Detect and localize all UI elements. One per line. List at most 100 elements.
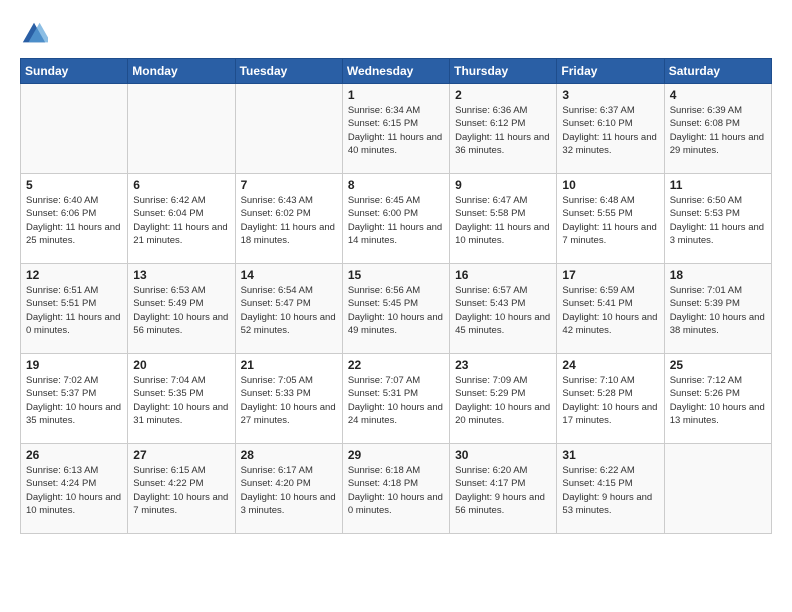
day-info: Sunrise: 6:47 AM Sunset: 5:58 PM Dayligh… bbox=[455, 194, 551, 247]
weekday-header: Tuesday bbox=[235, 59, 342, 84]
day-number: 8 bbox=[348, 178, 444, 192]
calendar-cell: 8 Sunrise: 6:45 AM Sunset: 6:00 PM Daylig… bbox=[342, 174, 449, 264]
day-info: Sunrise: 6:15 AM Sunset: 4:22 PM Dayligh… bbox=[133, 464, 229, 517]
day-number: 28 bbox=[241, 448, 337, 462]
day-number: 13 bbox=[133, 268, 229, 282]
calendar-cell: 11 Sunrise: 6:50 AM Sunset: 5:53 PM Dayli… bbox=[664, 174, 771, 264]
day-number: 17 bbox=[562, 268, 658, 282]
day-number: 18 bbox=[670, 268, 766, 282]
calendar-cell: 26Sunrise: 6:13 AM Sunset: 4:24 PM Dayli… bbox=[21, 444, 128, 534]
day-info: Sunrise: 6:36 AM Sunset: 6:12 PM Dayligh… bbox=[455, 104, 551, 157]
logo bbox=[20, 20, 52, 48]
day-number: 29 bbox=[348, 448, 444, 462]
calendar-week-row: 26Sunrise: 6:13 AM Sunset: 4:24 PM Dayli… bbox=[21, 444, 772, 534]
calendar-table: SundayMondayTuesdayWednesdayThursdayFrid… bbox=[20, 58, 772, 534]
calendar-cell: 3 Sunrise: 6:37 AM Sunset: 6:10 PM Daylig… bbox=[557, 84, 664, 174]
day-info: Sunrise: 6:43 AM Sunset: 6:02 PM Dayligh… bbox=[241, 194, 337, 247]
day-info: Sunrise: 6:18 AM Sunset: 4:18 PM Dayligh… bbox=[348, 464, 444, 517]
calendar-cell: 19 Sunrise: 7:02 AM Sunset: 5:37 PM Dayli… bbox=[21, 354, 128, 444]
calendar-cell bbox=[235, 84, 342, 174]
day-number: 20 bbox=[133, 358, 229, 372]
day-info: Sunrise: 6:22 AM Sunset: 4:15 PM Dayligh… bbox=[562, 464, 658, 517]
calendar-cell: 10 Sunrise: 6:48 AM Sunset: 5:55 PM Dayli… bbox=[557, 174, 664, 264]
weekday-header: Friday bbox=[557, 59, 664, 84]
calendar-cell: 13 Sunrise: 6:53 AM Sunset: 5:49 PM Dayli… bbox=[128, 264, 235, 354]
day-info: Sunrise: 6:45 AM Sunset: 6:00 PM Dayligh… bbox=[348, 194, 444, 247]
day-number: 14 bbox=[241, 268, 337, 282]
calendar-cell bbox=[21, 84, 128, 174]
weekday-header: Sunday bbox=[21, 59, 128, 84]
day-number: 2 bbox=[455, 88, 551, 102]
day-number: 24 bbox=[562, 358, 658, 372]
day-info: Sunrise: 7:05 AM Sunset: 5:33 PM Dayligh… bbox=[241, 374, 337, 427]
day-number: 30 bbox=[455, 448, 551, 462]
day-info: Sunrise: 7:12 AM Sunset: 5:26 PM Dayligh… bbox=[670, 374, 766, 427]
day-info: Sunrise: 6:39 AM Sunset: 6:08 PM Dayligh… bbox=[670, 104, 766, 157]
day-number: 27 bbox=[133, 448, 229, 462]
day-number: 7 bbox=[241, 178, 337, 192]
day-info: Sunrise: 6:20 AM Sunset: 4:17 PM Dayligh… bbox=[455, 464, 551, 517]
calendar-cell: 23 Sunrise: 7:09 AM Sunset: 5:29 PM Dayli… bbox=[450, 354, 557, 444]
day-number: 4 bbox=[670, 88, 766, 102]
day-number: 31 bbox=[562, 448, 658, 462]
calendar-cell bbox=[128, 84, 235, 174]
weekday-header: Saturday bbox=[664, 59, 771, 84]
day-number: 16 bbox=[455, 268, 551, 282]
day-info: Sunrise: 6:54 AM Sunset: 5:47 PM Dayligh… bbox=[241, 284, 337, 337]
day-number: 22 bbox=[348, 358, 444, 372]
calendar-cell: 18Sunrise: 7:01 AM Sunset: 5:39 PM Dayli… bbox=[664, 264, 771, 354]
calendar-cell: 17 Sunrise: 6:59 AM Sunset: 5:41 PM Dayli… bbox=[557, 264, 664, 354]
calendar-cell: 9 Sunrise: 6:47 AM Sunset: 5:58 PM Daylig… bbox=[450, 174, 557, 264]
day-info: Sunrise: 7:04 AM Sunset: 5:35 PM Dayligh… bbox=[133, 374, 229, 427]
day-info: Sunrise: 6:50 AM Sunset: 5:53 PM Dayligh… bbox=[670, 194, 766, 247]
calendar-cell: 1Sunrise: 6:34 AM Sunset: 6:15 PM Daylig… bbox=[342, 84, 449, 174]
calendar-cell bbox=[664, 444, 771, 534]
day-info: Sunrise: 7:02 AM Sunset: 5:37 PM Dayligh… bbox=[26, 374, 122, 427]
calendar-week-row: 12Sunrise: 6:51 AM Sunset: 5:51 PM Dayli… bbox=[21, 264, 772, 354]
calendar-cell: 12Sunrise: 6:51 AM Sunset: 5:51 PM Dayli… bbox=[21, 264, 128, 354]
day-number: 26 bbox=[26, 448, 122, 462]
day-info: Sunrise: 6:48 AM Sunset: 5:55 PM Dayligh… bbox=[562, 194, 658, 247]
day-number: 11 bbox=[670, 178, 766, 192]
day-number: 6 bbox=[133, 178, 229, 192]
calendar-cell: 27 Sunrise: 6:15 AM Sunset: 4:22 PM Dayli… bbox=[128, 444, 235, 534]
day-number: 19 bbox=[26, 358, 122, 372]
calendar-cell: 21Sunrise: 7:05 AM Sunset: 5:33 PM Dayli… bbox=[235, 354, 342, 444]
calendar-cell: 14 Sunrise: 6:54 AM Sunset: 5:47 PM Dayli… bbox=[235, 264, 342, 354]
day-info: Sunrise: 6:51 AM Sunset: 5:51 PM Dayligh… bbox=[26, 284, 122, 337]
calendar-cell: 20 Sunrise: 7:04 AM Sunset: 5:35 PM Dayli… bbox=[128, 354, 235, 444]
day-number: 25 bbox=[670, 358, 766, 372]
day-number: 1 bbox=[348, 88, 444, 102]
calendar-cell: 31 Sunrise: 6:22 AM Sunset: 4:15 PM Dayli… bbox=[557, 444, 664, 534]
logo-icon bbox=[20, 20, 48, 48]
calendar-cell: 22Sunrise: 7:07 AM Sunset: 5:31 PM Dayli… bbox=[342, 354, 449, 444]
calendar-week-row: 1Sunrise: 6:34 AM Sunset: 6:15 PM Daylig… bbox=[21, 84, 772, 174]
day-number: 15 bbox=[348, 268, 444, 282]
day-info: Sunrise: 7:10 AM Sunset: 5:28 PM Dayligh… bbox=[562, 374, 658, 427]
day-info: Sunrise: 6:42 AM Sunset: 6:04 PM Dayligh… bbox=[133, 194, 229, 247]
day-info: Sunrise: 6:57 AM Sunset: 5:43 PM Dayligh… bbox=[455, 284, 551, 337]
calendar-cell: 29 Sunrise: 6:18 AM Sunset: 4:18 PM Dayli… bbox=[342, 444, 449, 534]
page-header bbox=[20, 20, 772, 48]
calendar-cell: 7 Sunrise: 6:43 AM Sunset: 6:02 PM Daylig… bbox=[235, 174, 342, 264]
day-number: 3 bbox=[562, 88, 658, 102]
day-number: 5 bbox=[26, 178, 122, 192]
weekday-header: Monday bbox=[128, 59, 235, 84]
day-info: Sunrise: 7:09 AM Sunset: 5:29 PM Dayligh… bbox=[455, 374, 551, 427]
calendar-cell: 2 Sunrise: 6:36 AM Sunset: 6:12 PM Daylig… bbox=[450, 84, 557, 174]
day-info: Sunrise: 6:56 AM Sunset: 5:45 PM Dayligh… bbox=[348, 284, 444, 337]
day-number: 23 bbox=[455, 358, 551, 372]
day-info: Sunrise: 6:53 AM Sunset: 5:49 PM Dayligh… bbox=[133, 284, 229, 337]
calendar-week-row: 5 Sunrise: 6:40 AM Sunset: 6:06 PM Daylig… bbox=[21, 174, 772, 264]
day-number: 9 bbox=[455, 178, 551, 192]
day-info: Sunrise: 6:59 AM Sunset: 5:41 PM Dayligh… bbox=[562, 284, 658, 337]
day-number: 10 bbox=[562, 178, 658, 192]
calendar-week-row: 19 Sunrise: 7:02 AM Sunset: 5:37 PM Dayli… bbox=[21, 354, 772, 444]
calendar-cell: 5 Sunrise: 6:40 AM Sunset: 6:06 PM Daylig… bbox=[21, 174, 128, 264]
day-info: Sunrise: 6:40 AM Sunset: 6:06 PM Dayligh… bbox=[26, 194, 122, 247]
weekday-header: Thursday bbox=[450, 59, 557, 84]
calendar-cell: 28Sunrise: 6:17 AM Sunset: 4:20 PM Dayli… bbox=[235, 444, 342, 534]
calendar-cell: 16 Sunrise: 6:57 AM Sunset: 5:43 PM Dayli… bbox=[450, 264, 557, 354]
weekday-header: Wednesday bbox=[342, 59, 449, 84]
day-info: Sunrise: 6:37 AM Sunset: 6:10 PM Dayligh… bbox=[562, 104, 658, 157]
